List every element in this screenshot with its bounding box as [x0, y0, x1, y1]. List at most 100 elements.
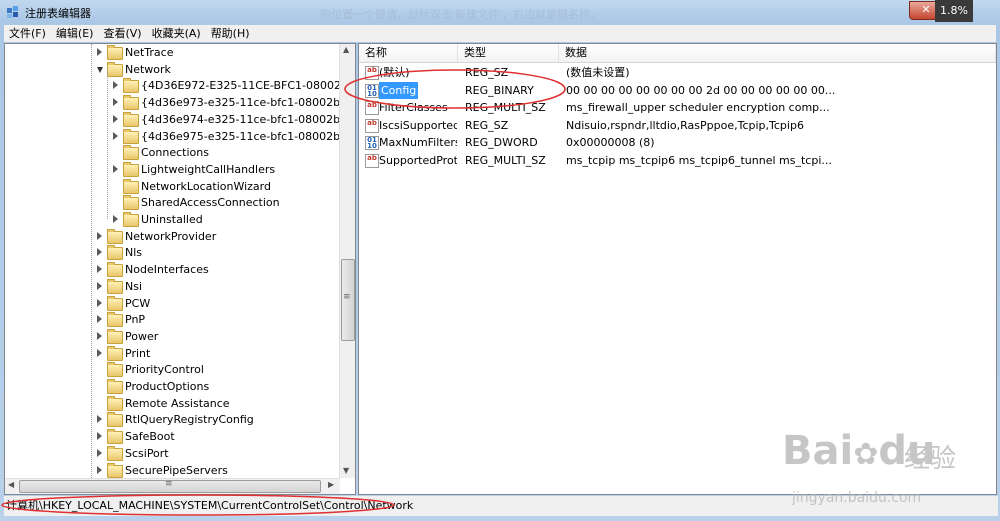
scroll-right-icon[interactable]: ▶	[328, 480, 334, 489]
chevron-right-icon[interactable]	[97, 432, 102, 441]
folder-icon	[107, 412, 123, 428]
tree-horizontal-scrollbar[interactable]: ◀ ≡ ▶	[5, 478, 340, 494]
value-row[interactable]: abIscsiSupported... REG_SZ Ndisuio,rspndr,…	[359, 117, 996, 134]
registry-editor-window: 注册表编辑器 的位置一个键值，鼠标双击'新建文件'，右边就是键名称。 ✕ 1.8…	[0, 0, 1000, 521]
menu-edit[interactable]: 编辑(E)	[51, 25, 99, 42]
chevron-right-icon[interactable]	[113, 215, 118, 223]
tree-item-label: {4D36E972-E325-11CE-BFC1-08002BE1031	[141, 79, 355, 93]
chevron-right-icon[interactable]	[97, 248, 102, 257]
folder-icon	[123, 212, 139, 227]
chevron-right-icon[interactable]	[113, 81, 118, 90]
tree-item[interactable]: {4d36e973-e325-11ce-bfc1-08002be1031	[5, 94, 355, 111]
tree-item-label: PriorityControl	[125, 363, 204, 377]
tree-item[interactable]: PCW	[5, 295, 340, 312]
menu-help[interactable]: 帮助(H)	[206, 25, 255, 42]
scroll-left-icon[interactable]: ◀	[8, 480, 14, 489]
value-data: 0x00000008 (8)	[566, 136, 655, 149]
tree-item[interactable]: Network	[5, 61, 340, 78]
tree-item[interactable]: LightweightCallHandlers	[5, 161, 340, 178]
chevron-right-icon[interactable]	[97, 231, 102, 240]
tree-item-label: PnP	[125, 313, 146, 327]
tree-item[interactable]: NetworkProvider	[5, 228, 340, 245]
tree-item[interactable]: ProductOptions	[5, 378, 340, 395]
tree-item[interactable]: PnP	[5, 311, 340, 328]
chevron-right-icon[interactable]	[113, 164, 118, 173]
folder-icon	[123, 128, 139, 144]
value-name: SupportedProt...	[379, 153, 457, 167]
value-name: (默认)	[379, 66, 410, 79]
chevron-right-icon[interactable]	[97, 265, 102, 274]
binary-value-icon: 01 10	[365, 83, 379, 98]
zoom-badge: 1.8%	[935, 0, 973, 22]
value-row[interactable]: 01 10 Config REG_BINARY 00 00 00 00 00 00 00…	[359, 81, 996, 99]
tree-item[interactable]: SharedAccessConnection	[5, 194, 340, 211]
values-list-pane[interactable]: 名称 类型 数据 ab (默认) REG_SZ (数值未设置) 01 10 Config RE…	[358, 43, 997, 495]
binary-value-icon: 01 10	[365, 136, 379, 150]
column-header-name[interactable]: 名称	[359, 44, 458, 62]
key-tree-pane[interactable]: NetTrace Network {4D36E972-E325-11CE-BFC1-…	[4, 43, 356, 495]
chevron-right-icon[interactable]	[97, 298, 102, 307]
tree-item[interactable]: Remote Assistance	[5, 395, 340, 412]
value-data: Ndisuio,rspndr,lltdio,RasPppoe,Tcpip,Tcp…	[566, 118, 804, 132]
menu-file[interactable]: 文件(F)	[4, 25, 51, 42]
value-row[interactable]: 01 10 MaxNumFilters REG_DWORD 0x00000008 (8)	[359, 134, 996, 151]
folder-icon	[123, 111, 139, 127]
tree-item[interactable]: Print	[5, 345, 340, 362]
folder-icon	[107, 379, 123, 394]
tree-vertical-scrollbar[interactable]: ≡ ▲ ▼	[339, 44, 355, 478]
chevron-right-icon[interactable]	[97, 448, 102, 457]
string-value-icon: ab	[365, 66, 379, 80]
tree-item[interactable]: ScsiPort	[5, 445, 340, 462]
chevron-right-icon[interactable]	[113, 131, 118, 140]
menu-bar: 文件(F) 编辑(E) 查看(V) 收藏夹(A) 帮助(H)	[4, 25, 996, 42]
tree-item[interactable]: SafeBoot	[5, 428, 340, 445]
chevron-right-icon[interactable]	[97, 415, 102, 424]
title-bar: 注册表编辑器 的位置一个键值，鼠标双击'新建文件'，右边就是键名称。 ✕ 1.8…	[0, 0, 1000, 25]
status-key-path: 计算机\HKEY_LOCAL_MACHINE\SYSTEM\CurrentCon…	[6, 499, 414, 512]
column-header-data[interactable]: 数据	[559, 44, 996, 62]
column-header-type[interactable]: 类型	[458, 44, 559, 62]
tree-item[interactable]: Uninstalled	[5, 211, 340, 228]
folder-icon	[107, 278, 123, 294]
folder-icon	[123, 145, 139, 161]
tree-item[interactable]: NodeInterfaces	[5, 261, 340, 278]
value-row[interactable]: abSupportedProt... REG_MULTI_SZ ms_tcpip m…	[359, 152, 996, 169]
tree-item[interactable]: Nsi	[5, 278, 340, 295]
tree-vertical-scroll-thumb[interactable]: ≡	[341, 259, 355, 341]
chevron-right-icon[interactable]	[97, 465, 102, 474]
menu-favorites[interactable]: 收藏夹(A)	[147, 25, 206, 42]
value-row[interactable]: ab (默认) REG_SZ (数值未设置)	[359, 64, 996, 81]
values-list-header: 名称 类型 数据	[359, 44, 996, 63]
chevron-right-icon[interactable]	[97, 281, 102, 290]
chevron-right-icon[interactable]	[113, 114, 118, 123]
tree-item[interactable]: SecurePipeServers	[5, 462, 340, 479]
status-bar: 计算机\HKEY_LOCAL_MACHINE\SYSTEM\CurrentCon…	[4, 496, 998, 516]
folder-icon	[107, 345, 123, 361]
tree-item[interactable]: Power	[5, 328, 340, 345]
tree-item-label: LightweightCallHandlers	[141, 162, 276, 176]
tree-item[interactable]: NetTrace	[5, 44, 340, 61]
menu-view[interactable]: 查看(V)	[98, 25, 146, 42]
folder-icon	[107, 61, 123, 77]
chevron-right-icon[interactable]	[97, 348, 102, 357]
tree-item[interactable]: {4d36e975-e325-11ce-bfc1-08002be1031	[5, 128, 355, 145]
tree-item[interactable]: Nls	[5, 244, 340, 261]
tree-horizontal-scroll-thumb[interactable]: ≡	[19, 479, 321, 493]
tree-item[interactable]: RtlQueryRegistryConfig	[5, 411, 340, 428]
value-type: REG_DWORD	[465, 136, 538, 149]
chevron-down-icon[interactable]	[97, 66, 103, 73]
tree-item[interactable]: {4d36e974-e325-11ce-bfc1-08002be1031	[5, 111, 355, 128]
scroll-up-icon[interactable]: ▲	[343, 45, 349, 54]
scroll-down-icon[interactable]: ▼	[343, 466, 349, 475]
chevron-right-icon[interactable]	[97, 315, 102, 324]
tree-item[interactable]: Connections	[5, 144, 340, 161]
value-row[interactable]: ab FilterClasses REG_MULTI_SZ ms_firewall_u…	[359, 99, 996, 116]
tree-item[interactable]: PriorityControl	[5, 361, 340, 378]
tree-item[interactable]: {4D36E972-E325-11CE-BFC1-08002BE1031	[5, 77, 355, 94]
chevron-right-icon[interactable]	[97, 331, 102, 340]
string-value-icon: ab	[365, 153, 379, 168]
chevron-right-icon[interactable]	[97, 48, 102, 56]
tree-item[interactable]: NetworkLocationWizard	[5, 178, 340, 195]
chevron-right-icon[interactable]	[113, 98, 118, 107]
tree-item-label: Print	[125, 346, 151, 360]
